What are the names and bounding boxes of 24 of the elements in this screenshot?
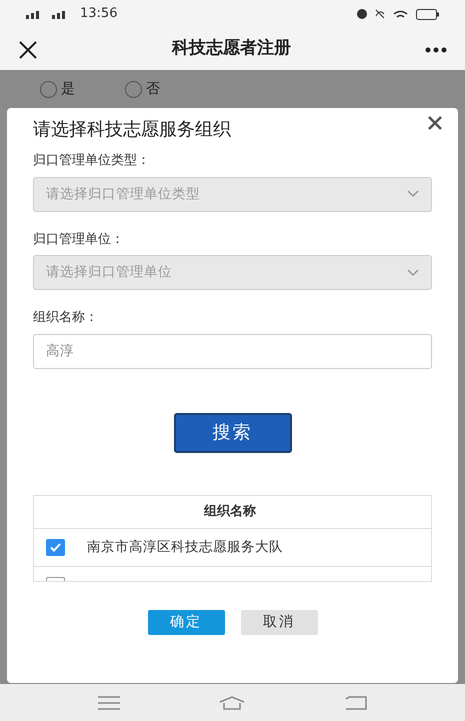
dialog-title: 请选择科技志愿服务组织	[33, 118, 232, 142]
back-icon[interactable]	[345, 696, 368, 710]
radio-option[interactable]: 是	[40, 78, 75, 100]
mute-icon	[375, 9, 385, 19]
status-time: 13:56	[80, 5, 118, 24]
home-icon[interactable]	[219, 696, 246, 710]
table-cell-text: 南京市高淳区科技志愿服务大队	[87, 538, 283, 557]
field-label: 组织名称：	[33, 309, 99, 327]
page-title: 科技志愿者注册	[172, 37, 291, 60]
menu-icon[interactable]	[98, 696, 120, 710]
cancel-button[interactable]: 取消	[240, 610, 318, 634]
field-label: 归口管理单位类型：	[33, 152, 151, 170]
battery-icon	[416, 8, 439, 20]
wifi-icon	[393, 10, 408, 18]
confirm-button[interactable]: 确定	[148, 610, 224, 634]
checkbox[interactable]	[46, 538, 65, 556]
caret-icon	[407, 190, 419, 198]
search-button[interactable]: 搜索	[174, 412, 292, 452]
radio-option[interactable]: 否	[125, 78, 160, 100]
text-field[interactable]: 高淳	[33, 334, 432, 368]
caret-icon	[407, 268, 419, 276]
column-header: 组织名称	[204, 502, 256, 521]
check-icon	[50, 542, 61, 552]
field-label: 归口管理单位：	[33, 230, 125, 248]
